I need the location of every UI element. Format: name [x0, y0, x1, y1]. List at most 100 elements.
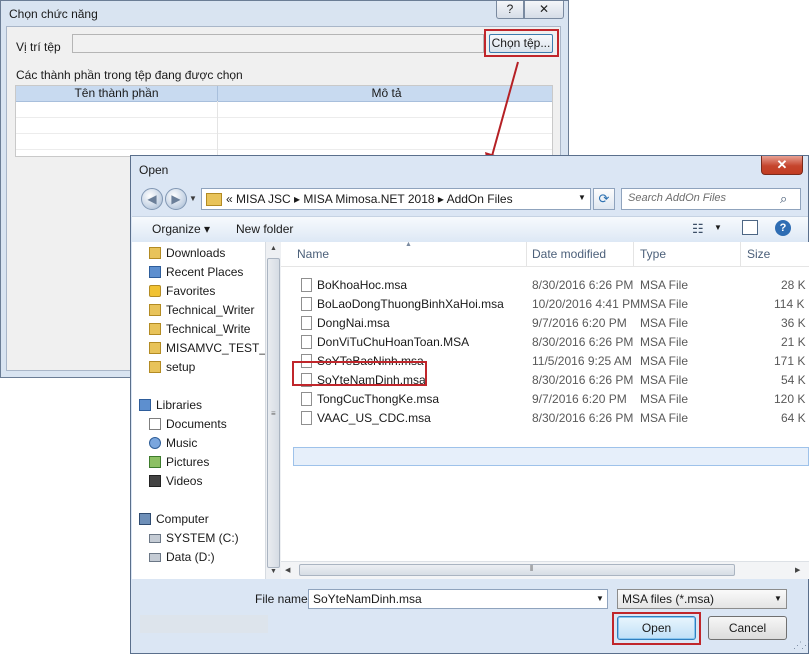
favorites-star-icon [149, 285, 161, 297]
preview-pane-icon[interactable] [742, 220, 758, 235]
choose-file-button[interactable]: Chọn tệp... [489, 34, 553, 53]
column-type[interactable]: Type [640, 247, 666, 261]
nav-item-recent-places[interactable]: Recent Places [149, 265, 243, 279]
column-size[interactable]: Size [747, 247, 770, 261]
drive-icon [149, 553, 161, 562]
open-button[interactable]: Open [617, 616, 696, 640]
address-bar[interactable]: « MISA JSC ▸ MISA Mimosa.NET 2018 ▸ AddO… [201, 188, 591, 210]
nav-item-music[interactable]: Music [149, 436, 197, 450]
organize-button[interactable]: Organize ▾ [152, 222, 210, 236]
file-list[interactable]: ▲ Name Date modified Type Size BoKhoaHoc… [281, 242, 809, 579]
navigation-scrollbar[interactable]: ▲ ≡ ▼ [265, 242, 282, 579]
file-list-horizontal-scrollbar[interactable]: ◀ ⦀ ▶ [281, 561, 809, 579]
selected-row-highlight [293, 447, 809, 466]
forward-arrow-icon[interactable]: ▶ [165, 188, 187, 210]
column-date-modified[interactable]: Date modified [532, 247, 606, 261]
file-row[interactable]: TongCucThongKe.msa 9/7/2016 6:20 PM MSA … [281, 390, 809, 409]
scroll-right-icon[interactable]: ▶ [795, 566, 800, 574]
grid-column-line [217, 101, 218, 156]
libraries-icon [139, 399, 151, 411]
nav-item-data-d[interactable]: Data (D:) [149, 550, 215, 564]
file-row[interactable]: VAAC_US_CDC.msa 8/30/2016 6:26 PM MSA Fi… [281, 409, 809, 428]
chevron-down-icon[interactable]: ▼ [596, 594, 604, 603]
file-type-select[interactable]: MSA files (*.msa) ▼ [617, 589, 787, 609]
nav-item-documents[interactable]: Documents [149, 417, 227, 431]
new-folder-button[interactable]: New folder [236, 222, 293, 236]
file-size: 21 K [781, 335, 806, 349]
file-row[interactable]: BoLaoDongThuongBinhXaHoi.msa 10/20/2016 … [281, 295, 809, 314]
file-date: 9/7/2016 6:20 PM [532, 392, 627, 406]
back-arrow-icon[interactable]: ◀ [141, 188, 163, 210]
cancel-button[interactable]: Cancel [708, 616, 787, 640]
column-name[interactable]: Name [297, 247, 329, 261]
grip-icon: ⦀ [530, 564, 534, 573]
file-type-value: MSA files (*.msa) [622, 592, 715, 606]
file-size: 114 K [774, 297, 805, 311]
column-separator[interactable] [633, 242, 634, 266]
file-date: 11/5/2016 9:25 AM [532, 354, 632, 368]
nav-item-technical-write[interactable]: Technical_Write [149, 322, 250, 336]
breadcrumb[interactable]: « MISA JSC ▸ MISA Mimosa.NET 2018 ▸ AddO… [226, 192, 513, 206]
file-type: MSA File [640, 297, 689, 311]
scroll-left-icon[interactable]: ◀ [285, 566, 290, 574]
view-options-icon[interactable]: ☷ [692, 221, 704, 237]
column-separator[interactable] [526, 242, 527, 266]
chevron-down-icon[interactable]: ▼ [714, 223, 722, 232]
grid-line [16, 149, 552, 150]
resize-grip-icon[interactable]: ⋰⋰ [793, 640, 809, 651]
file-type: MSA File [640, 411, 689, 425]
nav-item-setup[interactable]: setup [149, 360, 195, 374]
file-icon [301, 297, 312, 311]
file-row[interactable]: DonViTuChuHoanToan.MSA 8/30/2016 6:26 PM… [281, 333, 809, 352]
scrollbar-thumb[interactable]: ⦀ [299, 564, 735, 576]
pictures-icon [149, 456, 161, 468]
file-name-input[interactable]: SoYteNamDinh.msa ▼ [308, 589, 608, 609]
help-icon[interactable]: ? [775, 220, 791, 236]
file-type: MSA File [640, 278, 689, 292]
grid-line [16, 117, 552, 118]
file-date: 8/30/2016 6:26 PM [532, 411, 634, 425]
scrollbar-thumb[interactable]: ≡ [267, 258, 280, 568]
back-dialog-title: Chọn chức năng [9, 7, 98, 21]
column-component-name[interactable]: Tên thành phần [16, 86, 217, 101]
search-input[interactable]: Search AddOn Files ⌕ [621, 188, 801, 210]
file-name: BoLaoDongThuongBinhXaHoi.msa [317, 297, 504, 311]
recent-locations-dropdown-icon[interactable]: ▼ [189, 194, 197, 203]
column-separator[interactable] [740, 242, 741, 266]
drive-icon [149, 534, 161, 543]
nav-item-pictures[interactable]: Pictures [149, 455, 209, 469]
nav-item-favorites[interactable]: Favorites [149, 284, 215, 298]
nav-item-videos[interactable]: Videos [149, 474, 202, 488]
selection-highlight [140, 615, 268, 633]
navigation-pane[interactable]: Downloads Recent Places Favorites Techni… [132, 242, 281, 633]
search-icon[interactable]: ⌕ [780, 191, 787, 207]
refresh-icon[interactable]: ⟳ [593, 188, 615, 210]
nav-item-libraries[interactable]: Libraries [139, 398, 202, 412]
file-row[interactable]: DongNai.msa 9/7/2016 6:20 PM MSA File 36… [281, 314, 809, 333]
nav-item-computer[interactable]: Computer [139, 512, 209, 526]
scroll-down-icon[interactable]: ▼ [270, 568, 277, 575]
file-row[interactable]: BoKhoaHoc.msa 8/30/2016 6:26 PM MSA File… [281, 276, 809, 295]
chevron-down-icon[interactable]: ▼ [578, 193, 586, 202]
nav-item-misamvc-test[interactable]: MISAMVC_TEST_ [149, 341, 266, 355]
file-location-label: Vị trí tệp [16, 40, 61, 54]
folder-icon [149, 323, 161, 335]
highlight-box-selected-file [292, 361, 427, 386]
close-icon[interactable]: ✕ [761, 156, 803, 175]
file-name-value: SoYteNamDinh.msa [313, 592, 422, 606]
file-name: BoKhoaHoc.msa [317, 278, 408, 292]
file-date: 8/30/2016 6:26 PM [532, 335, 634, 349]
chevron-down-icon[interactable]: ▼ [774, 594, 782, 603]
nav-item-system-c[interactable]: SYSTEM (C:) [149, 531, 239, 545]
folder-download-icon [149, 247, 161, 259]
file-size: 120 K [774, 392, 806, 406]
back-close-button[interactable]: ✕ [524, 1, 564, 19]
folder-icon [206, 193, 222, 206]
file-icon [301, 278, 312, 292]
file-path-field[interactable] [72, 34, 484, 53]
nav-item-technical-writer[interactable]: Technical_Writer [149, 303, 254, 317]
scroll-up-icon[interactable]: ▲ [270, 245, 277, 252]
components-grid[interactable]: Tên thành phần Mô tả [15, 85, 553, 157]
nav-item-downloads[interactable]: Downloads [149, 246, 225, 260]
back-help-button[interactable]: ? [496, 1, 524, 19]
